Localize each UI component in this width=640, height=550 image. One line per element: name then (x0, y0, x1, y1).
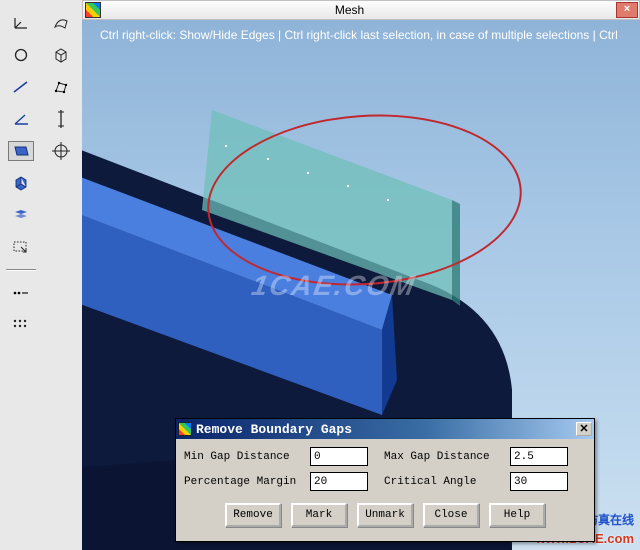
dots-h-icon[interactable] (8, 283, 34, 303)
titlebar: Mesh × (82, 0, 640, 20)
layers-icon[interactable] (8, 205, 34, 225)
remove-button[interactable]: Remove (225, 503, 281, 527)
max-gap-input[interactable] (510, 447, 568, 466)
dialog-title-text: Remove Boundary Gaps (196, 422, 576, 437)
window-close-button[interactable]: × (616, 2, 638, 18)
dots-grid-icon[interactable] (8, 315, 34, 335)
min-gap-label: Min Gap Distance (184, 451, 306, 463)
separator (6, 269, 36, 271)
angle-icon[interactable] (8, 109, 34, 129)
line-icon[interactable] (8, 77, 34, 97)
dialog-app-icon (178, 422, 192, 436)
plane-icon[interactable] (8, 141, 34, 161)
dialog-body: Min Gap Distance Max Gap Distance Percen… (176, 439, 594, 541)
app-icon (85, 2, 101, 18)
close-button[interactable]: Close (423, 503, 479, 527)
dialog-remove-boundary-gaps: Remove Boundary Gaps ✕ Min Gap Distance … (175, 418, 595, 542)
unmark-button[interactable]: Unmark (357, 503, 413, 527)
mark-button[interactable]: Mark (291, 503, 347, 527)
pct-margin-input[interactable] (310, 472, 368, 491)
crosshair-icon[interactable] (48, 141, 74, 161)
cube-icon[interactable] (8, 173, 34, 193)
axes-icon[interactable] (8, 13, 34, 33)
pct-margin-label: Percentage Margin (184, 476, 306, 488)
min-gap-input[interactable] (310, 447, 368, 466)
crit-angle-input[interactable] (510, 472, 568, 491)
circle-icon[interactable] (8, 45, 34, 65)
help-button[interactable]: Help (489, 503, 545, 527)
watermark-center: 1CAE.COM (249, 270, 418, 302)
max-gap-label: Max Gap Distance (384, 451, 506, 463)
shell-icon[interactable] (48, 13, 74, 33)
dialog-titlebar[interactable]: Remove Boundary Gaps ✕ (176, 419, 594, 439)
select-window-icon[interactable] (8, 237, 34, 257)
box-icon[interactable] (48, 45, 74, 65)
polygon-icon[interactable] (48, 77, 74, 97)
crit-angle-label: Critical Angle (384, 476, 506, 488)
dialog-close-button[interactable]: ✕ (576, 422, 592, 436)
toolbar-left-2 (42, 5, 80, 161)
toolbar-left-1 (2, 5, 40, 335)
window-title: Mesh (101, 3, 616, 17)
caliper-icon[interactable] (48, 109, 74, 129)
